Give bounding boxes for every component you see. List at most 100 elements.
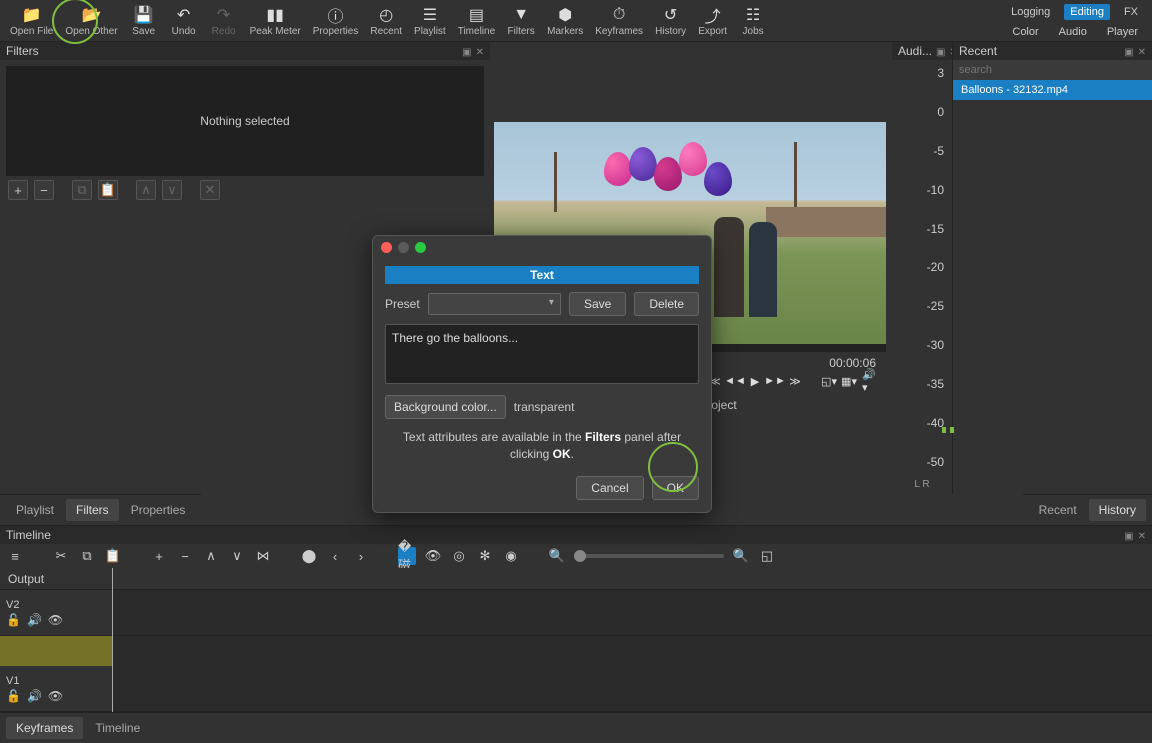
- tl-prev-marker-icon[interactable]: ‹: [326, 547, 344, 565]
- toolbar-playlist[interactable]: ☰Playlist: [408, 3, 452, 39]
- toolbar-recent[interactable]: ◴Recent: [364, 3, 408, 39]
- window-close-icon[interactable]: [381, 242, 392, 253]
- tl-zoom-out-icon[interactable]: 🔍: [548, 547, 566, 565]
- move-up-button[interactable]: ∧: [136, 180, 156, 200]
- tab-properties[interactable]: Properties: [121, 499, 196, 521]
- export-icon: ⤴: [703, 5, 723, 25]
- toolbar-timeline[interactable]: ▤Timeline: [452, 3, 501, 39]
- tl-ripple-markers-icon[interactable]: ◉: [502, 547, 520, 565]
- panel-float-icon[interactable]: ▣: [1124, 47, 1133, 58]
- add-filter-button[interactable]: +: [8, 180, 28, 200]
- tl-zoom-fit-icon[interactable]: ◱: [758, 547, 776, 565]
- undo-icon: ↶: [174, 5, 194, 25]
- tl-remove-icon[interactable]: −: [176, 547, 194, 565]
- cancel-button[interactable]: Cancel: [576, 476, 643, 500]
- tl-ripple-all-icon[interactable]: ✻: [476, 547, 494, 565]
- panel-float-icon[interactable]: ▣: [936, 47, 945, 58]
- toolbar-filters[interactable]: ▼Filters: [501, 3, 541, 39]
- panel-close-icon[interactable]: ✕: [476, 47, 484, 58]
- save-preset-button[interactable]: Save: [569, 292, 626, 316]
- tl-marker-icon[interactable]: ⬤: [300, 547, 318, 565]
- panel-float-icon[interactable]: ▣: [462, 47, 471, 58]
- tl-copy-icon[interactable]: ⧉: [78, 547, 96, 565]
- toolbar-open-other[interactable]: 📂Open Other: [59, 3, 123, 39]
- tl-snap-icon[interactable]: �磁: [398, 547, 416, 565]
- track-header-v2[interactable]: V2 🔓🔊👁: [0, 590, 112, 635]
- tl-zoom-slider[interactable]: [574, 554, 724, 558]
- toolbar-keyframes[interactable]: ⏱Keyframes: [589, 3, 649, 39]
- tl-append-icon[interactable]: +: [150, 547, 168, 565]
- tl-lift-icon[interactable]: ∧: [202, 547, 220, 565]
- tab-player[interactable]: Player: [1101, 24, 1144, 40]
- tab-timeline[interactable]: Timeline: [85, 717, 150, 739]
- tab-filters[interactable]: Filters: [66, 499, 119, 521]
- toolbar-peak-meter[interactable]: ▮▮Peak Meter: [244, 3, 307, 39]
- panel-float-icon[interactable]: ▣: [1124, 531, 1133, 542]
- delete-preset-button[interactable]: Delete: [634, 292, 699, 316]
- tl-zoom-in-icon[interactable]: 🔍: [732, 547, 750, 565]
- window-min-icon[interactable]: [398, 242, 409, 253]
- deselect-button[interactable]: ✕: [200, 180, 220, 200]
- tab-audio[interactable]: Audio: [1053, 24, 1093, 40]
- recent-search-input[interactable]: [953, 60, 1152, 80]
- tab-recent[interactable]: Recent: [1029, 499, 1087, 521]
- audio-tick: 3: [937, 66, 944, 80]
- toolbar-history[interactable]: ↺History: [649, 3, 692, 39]
- toolbar-export[interactable]: ⤴Export: [692, 3, 733, 39]
- tl-scrub-icon[interactable]: 👁: [424, 547, 442, 565]
- tab-logging[interactable]: Logging: [1005, 4, 1056, 20]
- tab-color[interactable]: Color: [1006, 24, 1044, 40]
- panel-close-icon[interactable]: ✕: [1138, 531, 1146, 542]
- toolbar-open-file[interactable]: 📁Open File: [4, 3, 59, 39]
- mute-icon[interactable]: 🔊: [27, 689, 42, 703]
- tab-fx[interactable]: FX: [1118, 4, 1144, 20]
- preset-select[interactable]: [428, 293, 561, 315]
- skip-next-icon[interactable]: ≫: [788, 374, 802, 388]
- timeline-toolbar: ≡ ✂ ⧉ 📋 + − ∧ ∨ ⋈ ⬤ ‹ › �磁 👁 ◎ ✻ ◉ 🔍 🔍 ◱: [0, 544, 1152, 568]
- playhead[interactable]: [112, 568, 113, 712]
- text-input[interactable]: [385, 324, 699, 384]
- toolbar-redo[interactable]: ↷Redo: [204, 3, 244, 39]
- grid-menu-icon[interactable]: ▦▾: [842, 374, 856, 388]
- tl-menu-icon[interactable]: ≡: [6, 547, 24, 565]
- recent-item[interactable]: Balloons - 32132.mp4: [953, 80, 1152, 100]
- toolbar-undo[interactable]: ↶Undo: [164, 3, 204, 39]
- toolbar-jobs[interactable]: ☷Jobs: [733, 3, 773, 39]
- hide-icon[interactable]: 👁: [48, 613, 63, 627]
- toolbar-properties[interactable]: ⓘProperties: [307, 3, 365, 39]
- audio-tick: -35: [927, 377, 944, 391]
- toolbar-save[interactable]: 💾Save: [124, 3, 164, 39]
- lock-icon[interactable]: 🔓: [6, 613, 21, 627]
- forward-icon[interactable]: ►►: [768, 374, 782, 388]
- toolbar-markers[interactable]: ⬢Markers: [541, 3, 589, 39]
- tab-history[interactable]: History: [1089, 499, 1146, 521]
- tl-overwrite-icon[interactable]: ∨: [228, 547, 246, 565]
- rewind-icon[interactable]: ◄◄: [728, 374, 742, 388]
- tl-ripple-icon[interactable]: ◎: [450, 547, 468, 565]
- audio-tick: 0: [937, 105, 944, 119]
- tl-paste-icon[interactable]: 📋: [104, 547, 122, 565]
- move-down-button[interactable]: ∨: [162, 180, 182, 200]
- play-icon[interactable]: ▶: [748, 374, 762, 388]
- panel-close-icon[interactable]: ✕: [1138, 47, 1146, 58]
- tab-editing[interactable]: Editing: [1064, 4, 1110, 20]
- hide-icon[interactable]: 👁: [48, 689, 63, 703]
- tl-split-icon[interactable]: ⋈: [254, 547, 272, 565]
- volume-icon[interactable]: 🔊▾: [862, 374, 876, 388]
- ok-button[interactable]: OK: [652, 476, 699, 500]
- lock-icon[interactable]: 🔓: [6, 689, 21, 703]
- paste-filter-button[interactable]: 📋: [98, 180, 118, 200]
- tab-keyframes[interactable]: Keyframes: [6, 717, 83, 739]
- tl-cut-icon[interactable]: ✂: [52, 547, 70, 565]
- bg-color-button[interactable]: Background color...: [385, 395, 506, 419]
- layout-tabs: Logging Editing FX Color Audio Player: [1005, 4, 1144, 40]
- remove-filter-button[interactable]: −: [34, 180, 54, 200]
- track-header-v1[interactable]: V1 🔓🔊👁: [0, 666, 112, 711]
- tab-playlist[interactable]: Playlist: [6, 499, 64, 521]
- copy-filter-button[interactable]: ⧉: [72, 180, 92, 200]
- tl-next-marker-icon[interactable]: ›: [352, 547, 370, 565]
- zoom-menu-icon[interactable]: ◱▾: [822, 374, 836, 388]
- mute-icon[interactable]: 🔊: [27, 613, 42, 627]
- clock-icon: ◴: [376, 5, 396, 25]
- window-max-icon[interactable]: [415, 242, 426, 253]
